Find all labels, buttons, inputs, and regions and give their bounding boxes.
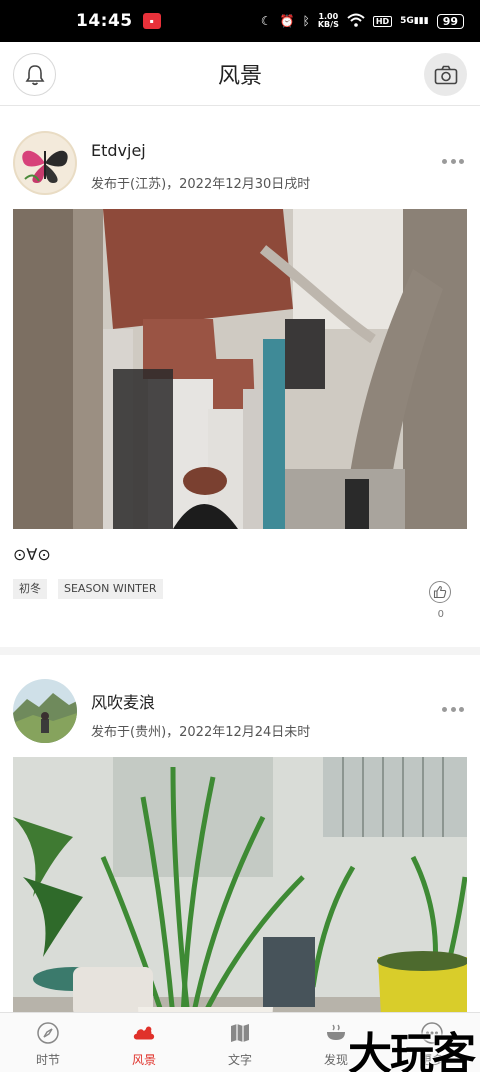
network-speed: 1.00 KB/S — [317, 12, 339, 29]
alarm-icon: ⏰ — [279, 14, 295, 28]
camera-icon — [434, 65, 457, 84]
status-icons: ☾ ⏰ ᛒ 1.00 KB/S HD 5G▮▮▮ 99 — [261, 13, 464, 30]
watermark-logo: 大玩客 — [348, 1029, 476, 1072]
cloud-icon — [132, 1021, 156, 1045]
post-photo[interactable] — [13, 209, 467, 529]
post-header: 风吹麦浪 发布于(贵州)，2022年12月24日未时 — [0, 655, 480, 757]
battery-icon: 99 — [436, 13, 464, 29]
post-meta: 发布于(贵州)，2022年12月24日未时 — [91, 725, 311, 740]
more-options-button[interactable] — [442, 705, 464, 713]
notification-button[interactable] — [13, 53, 56, 96]
post-photo[interactable] — [13, 757, 467, 1012]
status-time: 14:45 — [76, 11, 133, 31]
tab-label: 文字 — [227, 1053, 252, 1067]
post-caption: ⊙∀⊙ — [13, 545, 51, 564]
camera-button[interactable] — [424, 53, 467, 96]
discover-icon — [324, 1021, 348, 1045]
moon-icon: ☾ — [260, 14, 272, 28]
bell-icon — [25, 64, 44, 85]
tab-label: 时节 — [35, 1053, 60, 1067]
compass-icon — [36, 1021, 60, 1045]
app-notification-icon: ▪ — [142, 13, 161, 29]
tab-seasons[interactable]: 时节 — [0, 1013, 96, 1072]
post-footer: 初冬 SEASON WINTER 0 — [0, 573, 480, 647]
bluetooth-icon: ᛒ — [302, 14, 310, 28]
map-icon — [228, 1021, 252, 1045]
status-bar: 14:45 ▪ ☾ ⏰ ᛒ 1.00 KB/S HD 5G▮▮▮ 99 — [0, 0, 480, 42]
tab-label: 发现 — [323, 1053, 348, 1067]
tag-chip[interactable]: 初冬 — [13, 579, 47, 599]
tab-scenery[interactable]: 风景 — [96, 1013, 192, 1072]
app-header: 风景 — [0, 42, 480, 106]
like-count: 0 — [437, 609, 444, 620]
post-card: Etdvjej 发布于(江苏)，2022年12月30日戌时 ⊙∀⊙ 初冬 SEA… — [0, 107, 480, 647]
post-card: 风吹麦浪 发布于(贵州)，2022年12月24日未时 — [0, 655, 480, 1012]
tag-chip[interactable]: SEASON WINTER — [58, 579, 163, 599]
post-header: Etdvjej 发布于(江苏)，2022年12月30日戌时 — [0, 107, 480, 209]
signal-icon: 5G▮▮▮ — [400, 16, 429, 26]
author-name[interactable]: Etdvjej — [91, 141, 146, 160]
avatar[interactable] — [13, 131, 77, 195]
tab-text[interactable]: 文字 — [192, 1013, 288, 1072]
author-name[interactable]: 风吹麦浪 — [91, 689, 155, 713]
avatar[interactable] — [13, 679, 77, 743]
post-meta: 发布于(江苏)，2022年12月30日戌时 — [91, 177, 311, 192]
wifi-icon — [347, 13, 365, 30]
more-options-button[interactable] — [442, 157, 464, 165]
page-title: 风景 — [217, 63, 262, 89]
thumbs-up-icon — [433, 585, 447, 599]
hd-icon: HD — [372, 15, 393, 27]
tab-label: 风景 — [131, 1053, 156, 1067]
post-feed[interactable]: Etdvjej 发布于(江苏)，2022年12月30日戌时 ⊙∀⊙ 初冬 SEA… — [0, 107, 480, 1012]
like-button[interactable] — [429, 581, 451, 603]
